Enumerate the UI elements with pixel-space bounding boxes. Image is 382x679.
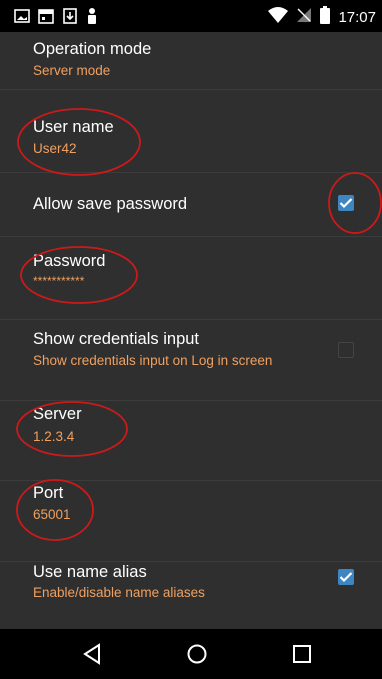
pref-port[interactable]: Port 65001 xyxy=(0,481,382,561)
back-icon[interactable] xyxy=(80,641,106,667)
recents-icon[interactable] xyxy=(289,641,315,667)
pref-user-name[interactable]: User name User42 xyxy=(0,90,382,172)
no-sim-icon xyxy=(296,7,312,28)
clock: 17:07 xyxy=(338,9,376,26)
pref-title: User name xyxy=(33,118,114,136)
navigation-bar xyxy=(0,629,382,679)
settings-list: Operation mode Server mode User name Use… xyxy=(0,32,382,629)
pref-summary: *********** xyxy=(33,274,85,288)
pref-password[interactable]: Password *********** xyxy=(0,237,382,319)
calendar-icon xyxy=(38,8,54,29)
pref-summary: 65001 xyxy=(33,507,71,522)
pref-summary: Enable/disable name aliases xyxy=(33,585,205,600)
pref-summary: Show credentials input on Log in screen xyxy=(33,353,273,368)
pref-title: Server xyxy=(33,405,82,423)
download-icon xyxy=(62,8,78,29)
notification-person-icon xyxy=(86,7,98,30)
pref-summary: 1.2.3.4 xyxy=(33,429,75,444)
use-name-alias-checkbox[interactable] xyxy=(338,569,354,585)
pref-title: Use name alias xyxy=(33,563,147,581)
pref-title: Show credentials input xyxy=(33,330,200,348)
wifi-icon xyxy=(268,7,289,28)
pref-use-name-alias[interactable]: Use name alias Enable/disable name alias… xyxy=(0,562,382,629)
allow-save-password-checkbox[interactable] xyxy=(338,195,354,211)
battery-icon xyxy=(320,6,331,29)
pref-summary: User42 xyxy=(33,141,77,156)
pref-title: Operation mode xyxy=(33,40,152,58)
pref-operation-mode[interactable]: Operation mode Server mode xyxy=(0,32,382,89)
pref-summary: Server mode xyxy=(33,63,111,78)
pref-show-credentials-input[interactable]: Show credentials input Show credentials … xyxy=(0,320,382,400)
status-bar: 17:07 xyxy=(0,0,382,32)
pref-allow-save-password[interactable]: Allow save password xyxy=(0,173,382,236)
pref-title: Password xyxy=(33,252,106,270)
pref-server[interactable]: Server 1.2.3.4 xyxy=(0,401,382,480)
pref-title: Port xyxy=(33,484,64,502)
show-credentials-checkbox[interactable] xyxy=(338,342,354,358)
pref-title: Allow save password xyxy=(33,195,188,213)
image-icon xyxy=(14,8,30,29)
home-icon[interactable] xyxy=(184,641,210,667)
